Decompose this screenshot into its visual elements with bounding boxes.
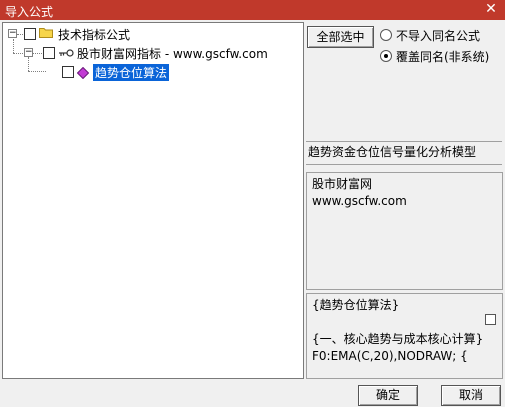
window-title: 导入公式 [5,5,54,19]
formula-code-box[interactable]: {趋势仓位算法} {一、核心趋势与成本核心计算} F0:EMA(C,20),NO… [306,293,503,379]
folder-icon [39,28,53,38]
author-line: www.gscfw.com [312,194,407,208]
radio-skip-duplicate-label[interactable]: 不导入同名公式 [396,27,480,44]
formula-tree[interactable]: − 技术指标公式 − 股市财富网指标 - www.gscfw.com 趋势仓位算… [2,22,304,379]
tree-label-leaf[interactable]: 趋势仓位算法 [93,64,170,81]
radio-overwrite-duplicate-label[interactable]: 覆盖同名(非系统) [396,48,489,65]
author-info-box: 股市财富网 www.gscfw.com [306,172,503,290]
cancel-button[interactable]: 取消 [441,385,501,406]
expand-toggle-root[interactable]: − [8,29,17,38]
tree-connector [28,71,46,72]
formula-icon [77,67,89,79]
formula-description-title: 趋势资金仓位信号量化分析模型 [306,141,502,165]
ok-button[interactable]: 确定 [358,385,418,406]
tree-label-child[interactable]: 股市财富网指标 - www.gscfw.com [77,45,268,62]
author-line: 股市财富网 [312,177,373,191]
radio-overwrite-duplicate[interactable] [380,50,392,62]
code-line: {一、核心趋势与成本核心计算} [312,332,484,346]
key-icon [59,49,74,57]
select-all-button[interactable]: 全部选中 [307,26,374,48]
expand-toggle-child[interactable]: − [24,48,33,57]
code-line: {趋势仓位算法} [312,298,400,312]
code-line: F0:EMA(C,20),NODRAW; { [312,349,468,363]
close-icon[interactable]: ✕ [483,1,499,17]
tree-label-root[interactable]: 技术指标公式 [58,26,130,43]
checkbox-leaf[interactable] [62,66,74,78]
tree-connector [13,39,14,53]
tree-connector [28,57,29,71]
title-bar: 导入公式 ✕ [0,0,505,20]
checkbox-root[interactable] [24,28,36,40]
tree-connector [32,53,42,54]
checkbox-child[interactable] [43,47,55,59]
radio-skip-duplicate[interactable] [380,29,392,41]
code-box-checkbox[interactable] [485,314,496,325]
